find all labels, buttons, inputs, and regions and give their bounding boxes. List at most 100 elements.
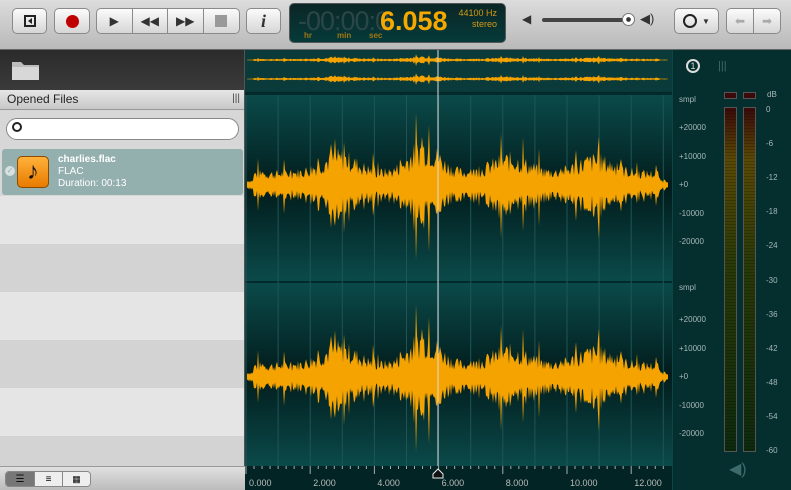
music-note-icon: ♪ [17, 156, 49, 188]
rewind-icon: ◀◀ [140, 14, 159, 28]
overview-background[interactable] [245, 50, 672, 92]
time-value: 6.058 [380, 6, 448, 36]
speaker-icon[interactable]: ◀) [729, 459, 747, 479]
db-tick: -54 [766, 411, 778, 421]
db-tick: 0 [766, 105, 771, 114]
history-button[interactable]: ▼ [674, 8, 719, 34]
db-tick: -30 [766, 275, 778, 285]
level-meter-right [743, 107, 756, 452]
chevron-down-icon: ▼ [702, 16, 710, 26]
channel-axis-tick: +20000 [679, 315, 706, 324]
channel-axis-tick: -20000 [679, 429, 704, 438]
clip-indicator-right [743, 92, 756, 99]
back-button[interactable]: ⬅ [727, 9, 754, 33]
db-tick: -48 [766, 377, 778, 387]
checkmark-icon: ✓ [5, 166, 15, 176]
sidebar-icon [23, 15, 36, 27]
zoom-icon[interactable]: 1 [686, 59, 700, 73]
folder-bar [0, 50, 244, 90]
meter-unit: dB [767, 90, 777, 99]
resize-grip-icon[interactable]: ||| [232, 93, 240, 104]
toolbar: ▶ ◀◀ ▶▶ i -00:00:0 6.058 hr min sec 4410… [0, 0, 791, 50]
stop-icon [215, 15, 228, 27]
time-tick-label: 4.000 [377, 478, 400, 488]
db-tick: -24 [766, 241, 778, 251]
view-mode-bar: ☰ ≡ ▦ [0, 466, 245, 490]
time-tick-label: 10.000 [570, 478, 598, 488]
rewind-button[interactable]: ◀◀ [133, 9, 168, 33]
view-grid-button[interactable]: ▦ [62, 472, 90, 486]
info-button[interactable]: i [246, 8, 281, 34]
sec-label: sec [369, 31, 383, 40]
file-name: charlies.flac [58, 154, 116, 165]
time-tick-label: 0.000 [249, 478, 272, 488]
channel-axis-tick: -20000 [679, 237, 704, 246]
opened-files-title: Opened Files [7, 92, 79, 106]
file-format: FLAC [58, 166, 84, 177]
fast-forward-button[interactable]: ▶▶ [168, 9, 204, 33]
time-tick-label: 8.000 [506, 478, 529, 488]
view-detail-button[interactable]: ☰ [6, 472, 34, 486]
resize-grip-icon[interactable]: ||| [718, 60, 727, 72]
channel-axis-tick: -10000 [679, 208, 704, 218]
info-icon: i [260, 10, 266, 31]
empty-row [0, 340, 244, 388]
arrow-right-icon: ➡ [761, 14, 773, 28]
list-icon: ≡ [45, 474, 52, 485]
volume-knob[interactable] [621, 13, 635, 26]
stop-button[interactable] [204, 9, 239, 33]
db-tick: -36 [766, 309, 778, 319]
db-tick: -18 [766, 207, 778, 217]
file-duration: Duration: 00:13 [58, 178, 127, 189]
clock-icon [683, 14, 698, 28]
record-button[interactable] [54, 8, 90, 34]
opened-files-header: Opened Files ||| [0, 90, 244, 110]
db-tick: -60 [766, 446, 778, 455]
forward-button[interactable]: ➡ [754, 9, 780, 33]
empty-row [0, 436, 244, 466]
search-input[interactable] [6, 118, 239, 140]
db-tick: -6 [766, 139, 774, 149]
time-display: -00:00:0 6.058 hr min sec 44100 Hz stereo [289, 3, 506, 43]
empty-row [0, 196, 244, 244]
file-item[interactable]: ✓ ♪ charlies.flac FLAC Duration: 00:13 [2, 149, 243, 195]
folder-icon[interactable] [11, 58, 41, 82]
db-tick: -12 [766, 173, 778, 183]
sample-rate: 44100 Hz [458, 8, 497, 18]
channel-axis-tick: +10000 [679, 151, 706, 161]
channel-axis-tick: +20000 [679, 123, 706, 132]
channel-axis-tick: +0 [679, 372, 689, 381]
time-tick-label: 6.000 [442, 478, 465, 488]
channel-axis-unit: smpl [679, 95, 696, 104]
waveform-view[interactable]: 0.000 2.000 4.000 6.000 8.000 10.000 12.000 [245, 50, 672, 490]
navigation-group: ⬅ ➡ [726, 8, 781, 34]
channels: stereo [471, 19, 497, 29]
arrow-left-icon: ⬅ [734, 14, 746, 28]
min-label: min [337, 31, 352, 40]
empty-row [0, 292, 244, 340]
channel-axis-tick: +10000 [679, 343, 706, 353]
volume-high-icon: ◀) [640, 11, 655, 26]
clip-indicator-left [724, 92, 737, 99]
record-icon [65, 14, 79, 28]
channel-axis-tick: -10000 [679, 400, 704, 410]
channel-axis-unit: smpl [679, 283, 696, 292]
view-list-button[interactable]: ≡ [34, 472, 62, 486]
empty-row [0, 388, 244, 436]
time-tick-label: 12.000 [634, 478, 662, 488]
transport-group: ▶ ◀◀ ▶▶ [96, 8, 240, 34]
play-icon: ▶ [109, 14, 119, 28]
level-meter-left [724, 107, 737, 452]
fast-forward-icon: ▶▶ [176, 14, 195, 28]
search-icon [12, 122, 22, 132]
db-tick: -42 [766, 343, 778, 353]
toggle-sidebar-button[interactable] [12, 8, 47, 34]
detail-list-icon: ☰ [15, 474, 25, 485]
play-button[interactable]: ▶ [97, 9, 133, 33]
empty-row [0, 244, 244, 292]
channel-axis-tick: +0 [679, 180, 689, 189]
time-tick-label: 2.000 [313, 478, 336, 488]
volume-low-icon: ◀ [522, 12, 532, 26]
volume-slider[interactable] [542, 18, 634, 22]
grid-icon: ▦ [72, 474, 81, 484]
